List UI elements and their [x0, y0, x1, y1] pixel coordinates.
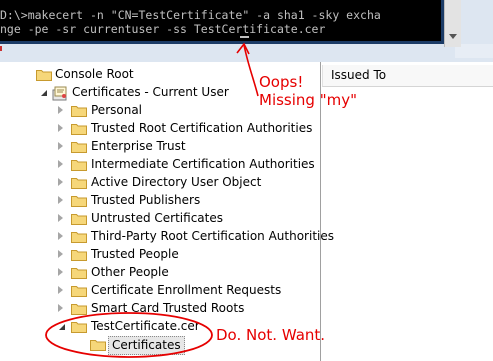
annotation-oops: Oops!: [259, 73, 304, 91]
annotation-do-not-want: Do. Not. Want.: [216, 326, 326, 344]
arrow-head: [236, 42, 250, 55]
highlight-ellipse: [45, 312, 213, 358]
arrow-line: [243, 44, 259, 97]
annotation-missing-my: Missing "my": [259, 91, 357, 109]
annotation-overlay: [45, 42, 259, 358]
